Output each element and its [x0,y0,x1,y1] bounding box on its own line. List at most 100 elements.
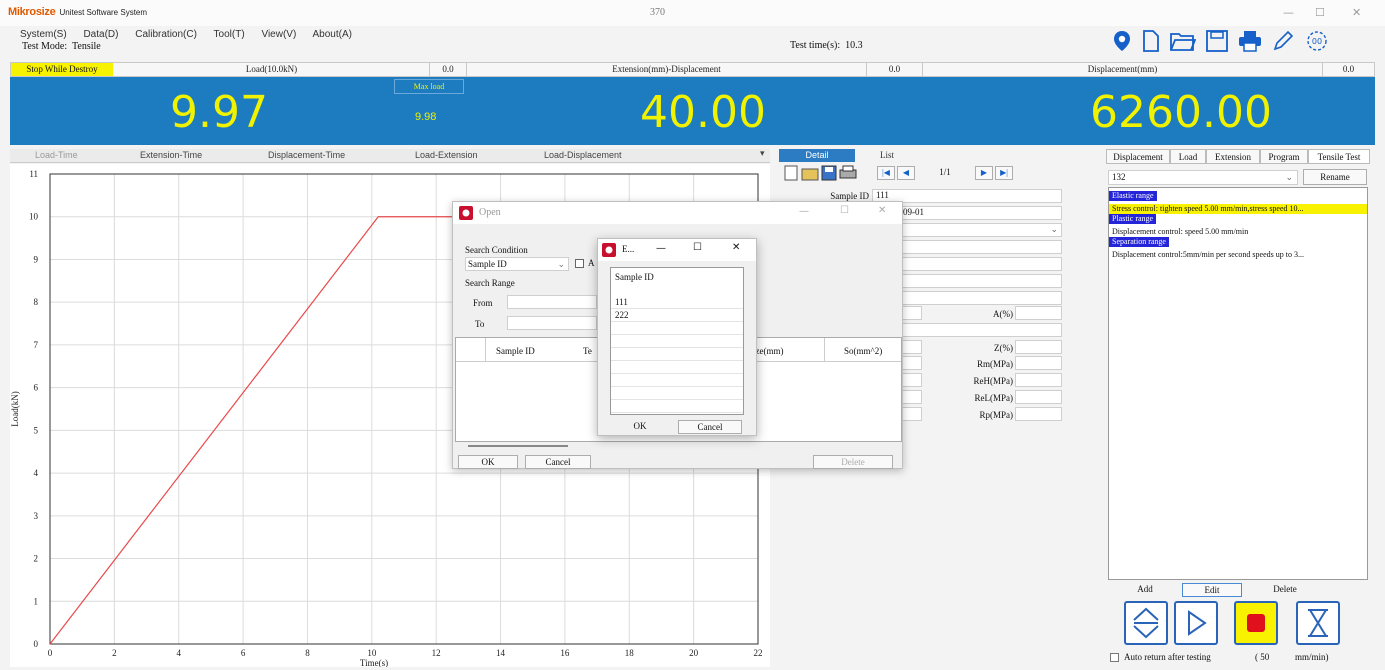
picker-row[interactable] [611,400,743,413]
open-delete-button[interactable]: Delete [813,455,893,469]
tab-displacement-time[interactable]: Displacement-Time [268,150,345,160]
program-step-item[interactable]: Displacement control: speed 5.00 mm/min [1109,227,1367,237]
y-tick-label: 6 [34,383,39,393]
menu-about[interactable]: About(A) [313,29,352,40]
picker-close[interactable]: ✕ [732,242,740,253]
printer-icon[interactable] [1238,30,1262,52]
column-divider [824,338,825,362]
picker-maximize[interactable]: ☐ [693,242,702,253]
tab-load-time[interactable]: Load-Time [35,150,78,160]
picker-cancel-button[interactable]: Cancel [678,420,742,434]
picker-row[interactable] [611,361,743,374]
picker-list[interactable]: Sample ID 111 222 [610,267,744,415]
return-speed-value[interactable]: ( 50 [1255,652,1269,662]
a-percent-field[interactable] [1015,306,1062,320]
tab-extension[interactable]: Extension [1206,149,1260,164]
program-step-list[interactable]: Elastic range Stress control: tighten spe… [1108,187,1368,580]
start-test-button[interactable] [1174,601,1218,645]
open-record-icon[interactable] [801,165,819,181]
maximize-button[interactable]: ☐ [1315,6,1325,19]
from-input[interactable] [507,295,597,309]
tab-extension-time[interactable]: Extension-Time [140,150,202,160]
program-step-item[interactable]: Displacement control:5mm/min per second … [1109,250,1367,260]
open-ok-button[interactable]: OK [458,455,518,469]
col-sample-id[interactable]: Sample ID [496,346,535,356]
picker-row[interactable] [611,348,743,361]
displacement-label: Displacement(mm) [923,63,1323,76]
horizontal-scrollbar[interactable] [468,445,568,447]
menu-system[interactable]: System(S) [20,29,67,40]
tab-tensile-test[interactable]: Tensile Test [1308,149,1370,164]
search-checkbox[interactable] [575,259,584,268]
new-record-icon[interactable] [783,165,799,181]
menu-view[interactable]: View(V) [261,29,296,40]
stop-while-destroy-button[interactable]: Stop While Destroy [11,63,113,76]
open-cancel-button[interactable]: Cancel [525,455,591,469]
program-step-item[interactable]: Elastic range [1109,191,1367,204]
col-te[interactable]: Te [583,346,592,356]
jog-button[interactable] [1124,601,1168,645]
picker-row[interactable] [611,374,743,387]
extension-zero-value[interactable]: 0.0 [867,63,923,76]
displacement-zero-value[interactable]: 0.0 [1323,63,1374,76]
tab-load-displacement[interactable]: Load-Displacement [544,150,622,160]
pencil-icon[interactable] [1272,30,1294,52]
close-button[interactable]: ✕ [1352,6,1361,19]
load-zero-value[interactable]: 0.0 [430,63,467,76]
picker-row[interactable] [611,387,743,400]
prev-record-button[interactable]: ◀ [897,166,915,180]
picker-minimize[interactable]: — [656,243,666,254]
location-pin-icon[interactable] [1112,30,1132,52]
last-record-button[interactable]: ▶| [995,166,1013,180]
menu-tool[interactable]: Tool(T) [214,29,245,40]
save-icon[interactable] [1206,30,1228,52]
open-folder-icon[interactable] [1170,30,1196,52]
tab-program[interactable]: Program [1260,149,1308,164]
chart-tab-bar: Load-Time Extension-Time Displacement-Ti… [10,149,770,163]
rename-button[interactable]: Rename [1303,169,1367,185]
reh-field[interactable] [1015,373,1062,387]
program-step-item[interactable]: Separation range [1109,237,1367,250]
open-dialog-maximize[interactable]: ☐ [840,205,849,216]
z-percent-field[interactable] [1015,340,1062,354]
rp-field[interactable] [1015,407,1062,421]
picker-row[interactable] [611,335,743,348]
tab-load[interactable]: Load [1170,149,1206,164]
rel-field[interactable] [1015,390,1062,404]
add-step-button[interactable]: Add [1122,583,1168,597]
rel-label: ReL(MPa) [974,393,1014,403]
tab-displacement[interactable]: Displacement [1106,149,1170,164]
rm-field[interactable] [1015,356,1062,370]
col-so[interactable]: So(mm^2) [844,346,882,356]
program-step-item[interactable]: Stress control: tighten speed 5.00 mm/mi… [1109,204,1367,214]
new-file-icon[interactable] [1142,30,1160,52]
delete-step-button[interactable]: Delete [1257,583,1313,597]
picker-row[interactable]: 222 [611,309,743,322]
picker-row[interactable]: 111 [611,296,743,309]
picker-row[interactable] [611,322,743,335]
return-button[interactable] [1296,601,1340,645]
stop-test-button[interactable] [1234,601,1278,645]
max-load-button[interactable]: Max load [394,79,464,94]
save-record-icon[interactable] [821,165,837,181]
minimize-button[interactable]: — [1283,6,1294,19]
picker-ok-button[interactable]: OK [610,420,670,434]
to-input[interactable] [507,316,597,330]
zero-reset-icon[interactable]: 00 [1304,30,1330,52]
tab-detail[interactable]: Detail [779,149,855,162]
next-record-button[interactable]: ▶ [975,166,993,180]
auto-return-checkbox[interactable] [1110,653,1119,662]
menu-data[interactable]: Data(D) [83,29,118,40]
open-dialog-close[interactable]: ✕ [878,205,886,216]
edit-step-button[interactable]: Edit [1182,583,1242,597]
program-select[interactable]: 132 ⌄ [1108,170,1298,185]
tab-list[interactable]: List [880,150,894,160]
open-dialog-minimize[interactable]: — [799,206,809,217]
menu-calibration[interactable]: Calibration(C) [135,29,197,40]
search-condition-select[interactable]: Sample ID ⌄ [465,257,569,271]
program-step-item[interactable]: Plastic range [1109,214,1367,227]
print-record-icon[interactable] [839,165,857,181]
tab-menu-icon[interactable]: ▾ [760,149,765,159]
first-record-button[interactable]: |◀ [877,166,895,180]
tab-load-extension[interactable]: Load-Extension [415,150,478,160]
